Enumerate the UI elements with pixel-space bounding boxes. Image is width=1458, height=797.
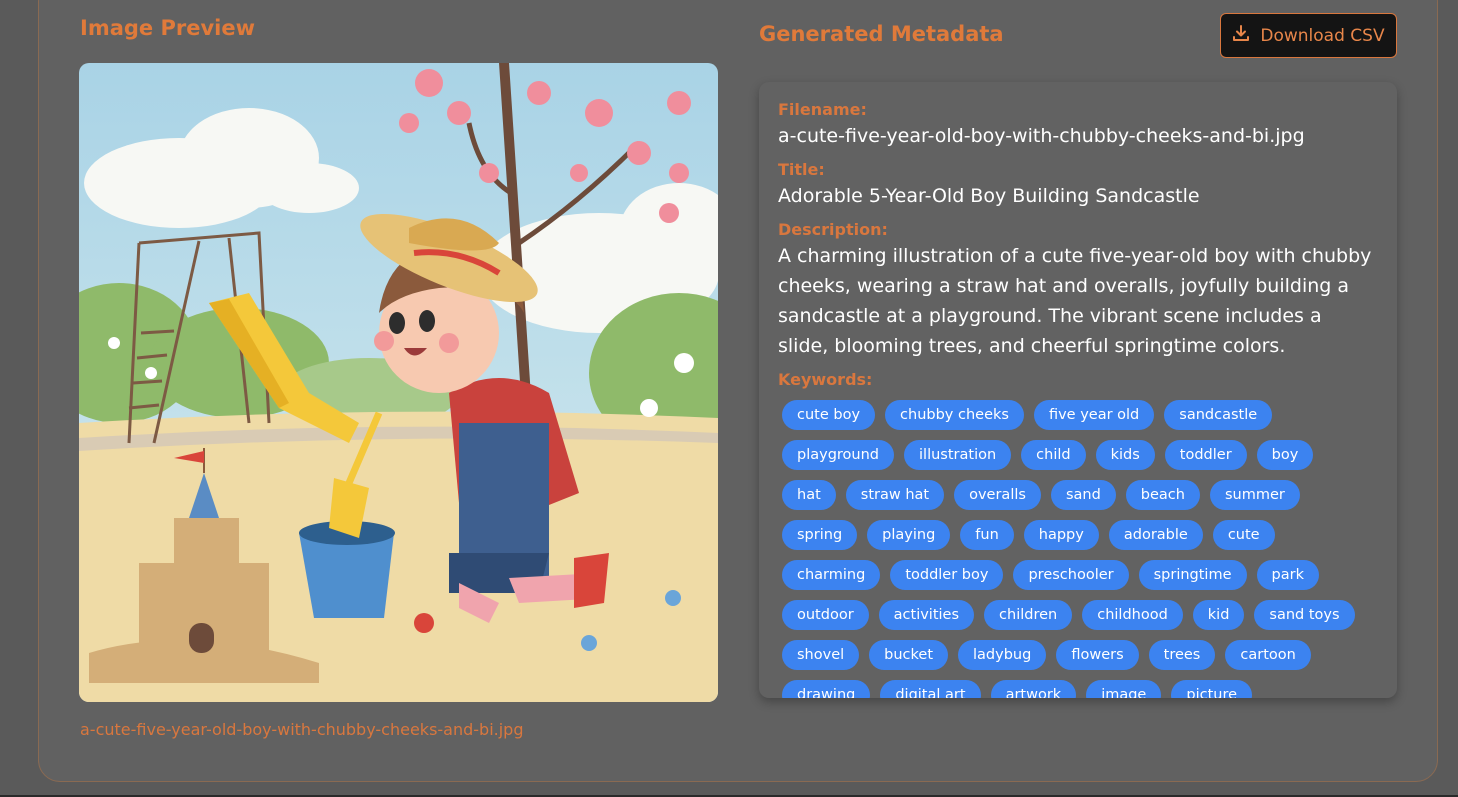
keyword-tag: shovel xyxy=(782,640,860,670)
keywords-field: Keywords: cute boy chubby cheeks five year… xyxy=(778,369,1377,698)
keyword-tag: straw hat xyxy=(845,480,945,510)
image-preview-heading: Image Preview xyxy=(80,16,255,40)
keyword-tag: toddler boy xyxy=(890,560,1004,590)
keyword-tag: kids xyxy=(1095,440,1155,470)
keyword-tag: boy xyxy=(1256,440,1314,470)
description-label: Description: xyxy=(778,220,888,239)
keyword-tag: springtime xyxy=(1138,560,1247,590)
keyword-tag: park xyxy=(1256,560,1319,590)
description-field: Description: A charming illustration of … xyxy=(778,219,1377,361)
keyword-tag: fun xyxy=(960,520,1014,550)
title-value: Adorable 5-Year-Old Boy Building Sandcas… xyxy=(778,185,1200,207)
keyword-tag: sandcastle xyxy=(1164,400,1273,430)
keyword-tag: adorable xyxy=(1108,520,1203,550)
keyword-tag: childhood xyxy=(1082,600,1183,630)
keyword-tag: happy xyxy=(1023,520,1099,550)
keyword-tag: hat xyxy=(782,480,836,510)
keyword-tag: image xyxy=(1086,680,1162,698)
keyword-tag: kid xyxy=(1192,600,1245,630)
keyword-tag: preschooler xyxy=(1013,560,1129,590)
keyword-tag: summer xyxy=(1209,480,1300,510)
keyword-tag: illustration xyxy=(904,440,1012,470)
keyword-tag: sand xyxy=(1050,480,1116,510)
metadata-heading: Generated Metadata xyxy=(759,22,1004,46)
keyword-tag: children xyxy=(984,600,1073,630)
image-preview xyxy=(79,63,718,702)
keyword-tag: overalls xyxy=(954,480,1041,510)
title-field: Title: Adorable 5-Year-Old Boy Building … xyxy=(778,159,1377,211)
keyword-tag: drawing xyxy=(782,680,871,698)
keyword-tag: sand toys xyxy=(1254,600,1355,630)
keyword-tag: playground xyxy=(782,440,895,470)
filename-field: Filename: a-cute-five-year-old-boy-with-… xyxy=(778,99,1377,151)
download-icon xyxy=(1232,24,1250,47)
keyword-tag: artwork xyxy=(990,680,1077,698)
image-filename-caption: a-cute-five-year-old-boy-with-chubby-che… xyxy=(80,720,524,739)
keyword-tag: chubby cheeks xyxy=(885,400,1024,430)
filename-value: a-cute-five-year-old-boy-with-chubby-che… xyxy=(778,125,1305,147)
title-label: Title: xyxy=(778,160,825,179)
download-csv-label: Download CSV xyxy=(1260,25,1385,46)
keyword-tag: cute boy xyxy=(782,400,876,430)
keyword-tag: trees xyxy=(1148,640,1216,670)
description-value: A charming illustration of a cute five-y… xyxy=(778,245,1372,357)
keyword-tag: activities xyxy=(878,600,975,630)
keyword-tag: bucket xyxy=(869,640,949,670)
keyword-tag: picture xyxy=(1171,680,1253,698)
download-csv-button[interactable]: Download CSV xyxy=(1220,13,1397,58)
keyword-tag: child xyxy=(1021,440,1086,470)
keyword-tag: five year old xyxy=(1033,400,1155,430)
filename-label: Filename: xyxy=(778,100,867,119)
keyword-tag: toddler xyxy=(1164,440,1247,470)
metadata-card: Filename: a-cute-five-year-old-boy-with-… xyxy=(759,82,1397,698)
keyword-tag: playing xyxy=(867,520,951,550)
keyword-tag-list: cute boy chubby cheeks five year old sandca… xyxy=(782,400,1382,698)
keyword-tag: cute xyxy=(1212,520,1275,550)
keyword-tag: ladybug xyxy=(958,640,1047,670)
keyword-tag: charming xyxy=(782,560,881,590)
keyword-tag: spring xyxy=(782,520,858,550)
keyword-tag: cartoon xyxy=(1225,640,1311,670)
keyword-tag: digital art xyxy=(880,680,981,698)
keywords-label: Keywords: xyxy=(778,370,873,389)
keyword-tag: beach xyxy=(1125,480,1200,510)
keyword-tag: flowers xyxy=(1056,640,1139,670)
preview-illustration xyxy=(79,63,718,702)
keyword-tag: outdoor xyxy=(782,600,869,630)
